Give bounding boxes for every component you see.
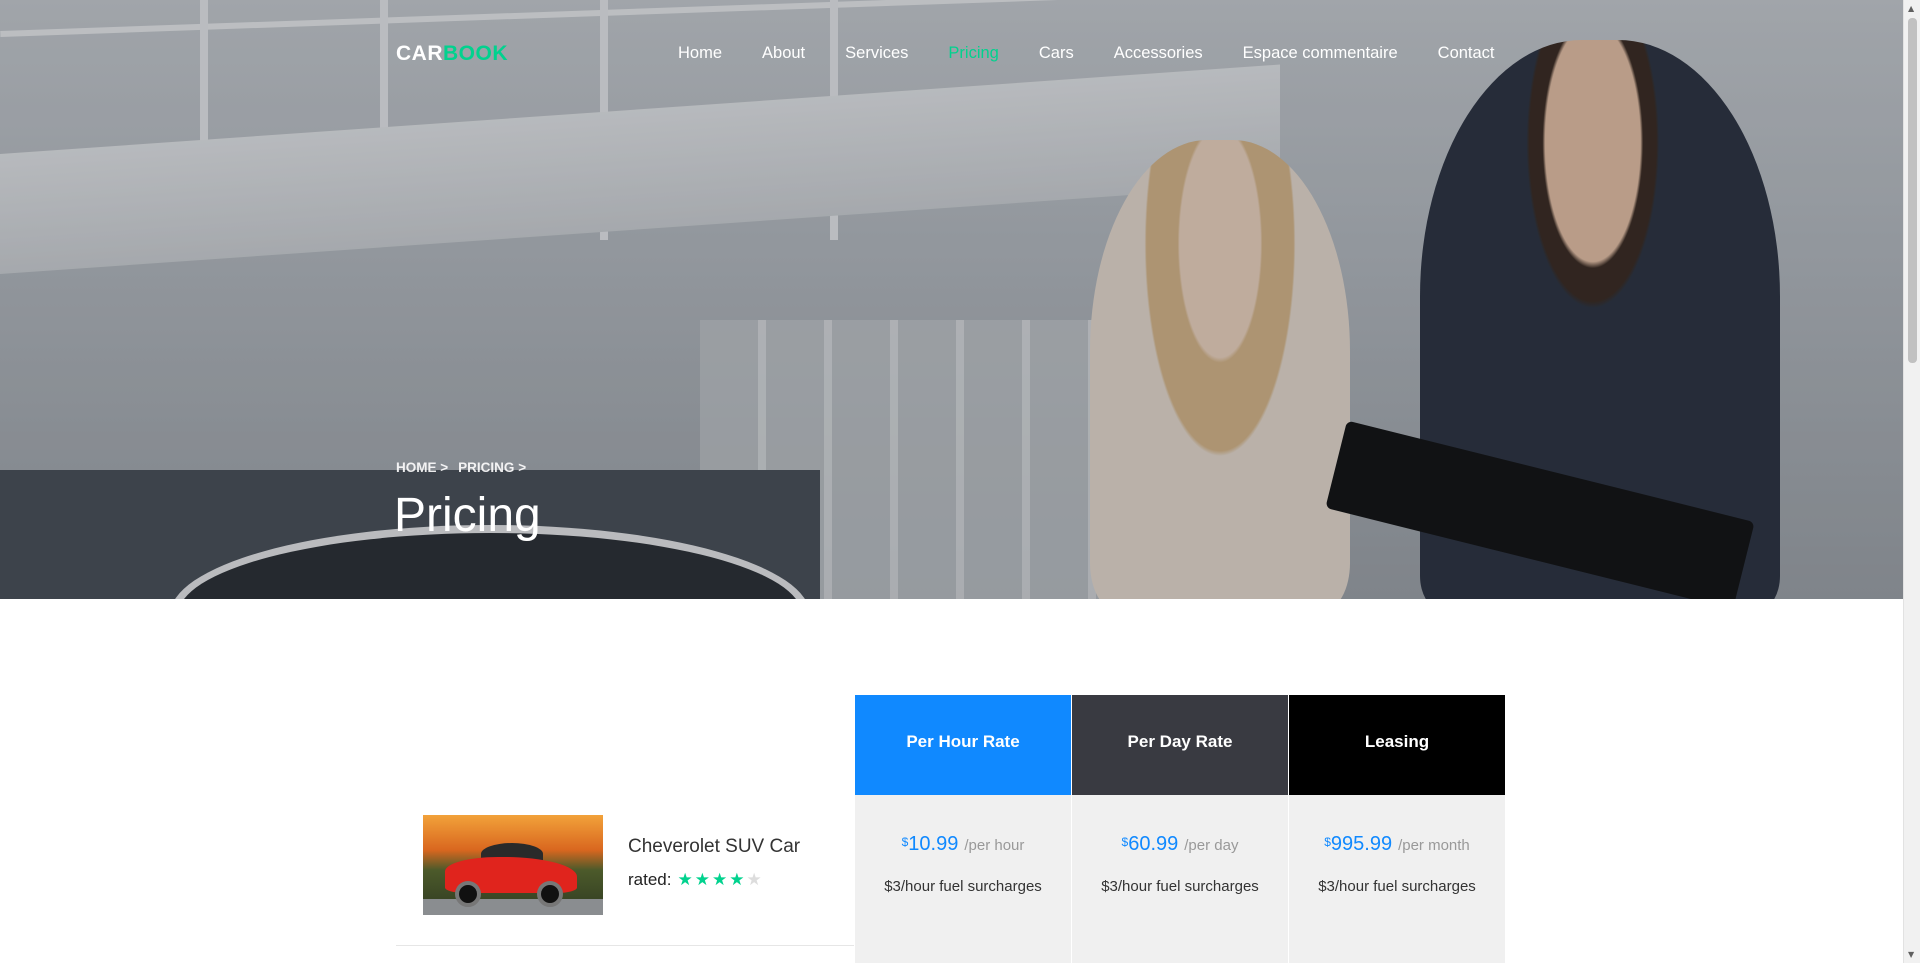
rated-label: rated:: [628, 870, 672, 889]
page: CARBOOK Home About Services Pricing Cars…: [0, 0, 1920, 963]
star-empty-icon: ★: [746, 870, 762, 889]
row-divider: [396, 945, 854, 946]
star-icon: ★: [711, 870, 728, 889]
star-icon: ★: [677, 870, 693, 889]
chevron-right-icon: >: [518, 460, 527, 475]
star-icon: ★: [729, 870, 745, 889]
surcharge-note: $3/hour fuel surcharges: [1101, 878, 1259, 895]
nav-espace-commentaire[interactable]: Espace commentaire: [1223, 44, 1418, 63]
chevron-right-icon: >: [440, 460, 449, 475]
breadcrumb-home[interactable]: HOME: [396, 460, 437, 475]
car-rating: rated: ★ ★ ★ ★ ★: [628, 870, 762, 890]
price-leasing: $995.99/per month: [1324, 833, 1470, 855]
column-header-per-day: Per Day Rate: [1072, 695, 1288, 807]
scroll-down-icon[interactable]: ▼: [1908, 950, 1914, 959]
surcharge-note: $3/hour fuel surcharges: [884, 878, 1042, 895]
scrollbar-thumb[interactable]: [1908, 18, 1917, 363]
car-image[interactable]: [423, 815, 603, 915]
page-title: Pricing: [394, 489, 541, 542]
surcharge-note: $3/hour fuel surcharges: [1318, 878, 1476, 895]
scroll-up-icon[interactable]: ▲: [1908, 4, 1914, 13]
price-per-day: $60.99/per day: [1121, 833, 1239, 855]
hero-banner: CARBOOK Home About Services Pricing Cars…: [0, 0, 1903, 599]
column-header-leasing: Leasing: [1289, 695, 1505, 807]
breadcrumb: HOME > PRICING >: [396, 460, 526, 475]
nav-pricing[interactable]: Pricing: [928, 44, 1018, 63]
nav-accessories[interactable]: Accessories: [1094, 44, 1223, 63]
nav-contact[interactable]: Contact: [1418, 44, 1515, 63]
nav-cars[interactable]: Cars: [1019, 44, 1094, 63]
nav-about[interactable]: About: [742, 44, 825, 63]
star-icon: ★: [694, 870, 710, 889]
nav-services[interactable]: Services: [825, 44, 928, 63]
car-name[interactable]: Cheverolet SUV Car: [628, 836, 800, 858]
main-nav: Home About Services Pricing Cars Accesso…: [658, 44, 1515, 63]
brand-logo[interactable]: CARBOOK: [396, 42, 508, 66]
nav-home[interactable]: Home: [658, 44, 742, 63]
rating-stars: ★ ★ ★ ★ ★: [677, 870, 761, 890]
price-per-hour: $10.99/per hour: [901, 833, 1025, 855]
breadcrumb-pricing: PRICING: [458, 460, 515, 475]
column-header-per-hour: Per Hour Rate: [855, 695, 1071, 807]
page-scrollbar[interactable]: ▲ ▼: [1903, 0, 1920, 963]
